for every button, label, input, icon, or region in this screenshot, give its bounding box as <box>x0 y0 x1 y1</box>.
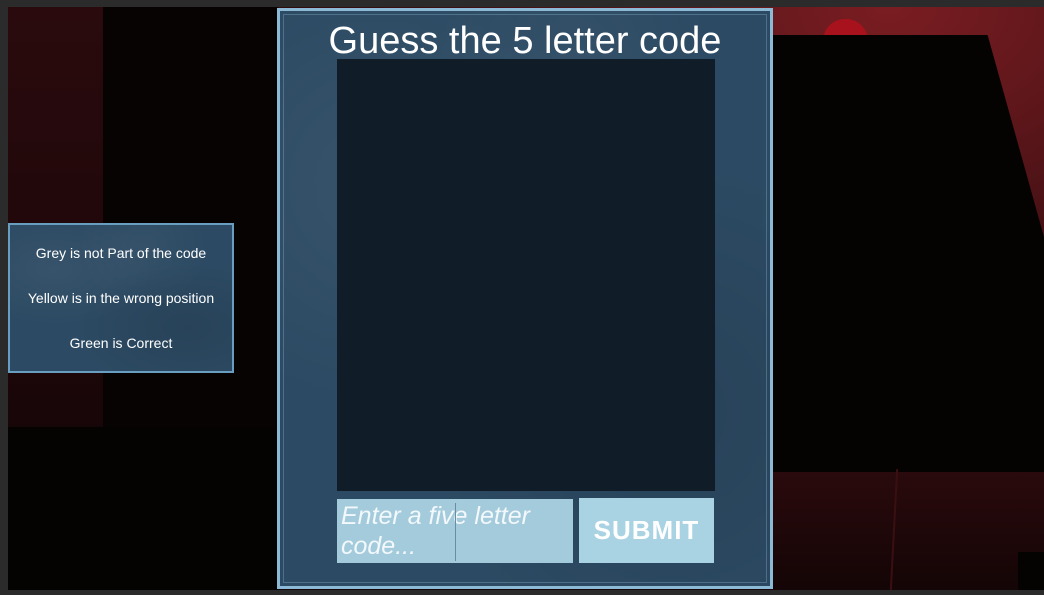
legend-yellow-text: Yellow is in the wrong position <box>27 289 215 306</box>
background-step <box>1018 552 1044 590</box>
legend-grey-text: Grey is not Part of the code <box>35 245 207 262</box>
code-guess-panel: Guess the 5 letter code SUBMIT <box>277 8 773 589</box>
background-right-floor <box>773 472 1044 590</box>
legend-panel: Grey is not Part of the code Yellow is i… <box>8 223 234 373</box>
legend-green-text: Green is Correct <box>69 334 173 351</box>
submit-button[interactable]: SUBMIT <box>579 498 714 563</box>
guess-history-area <box>337 59 715 491</box>
panel-title: Guess the 5 letter code <box>328 20 722 62</box>
background-right-object <box>773 35 1044 485</box>
background-left-floor <box>8 427 278 590</box>
text-caret <box>455 503 456 561</box>
